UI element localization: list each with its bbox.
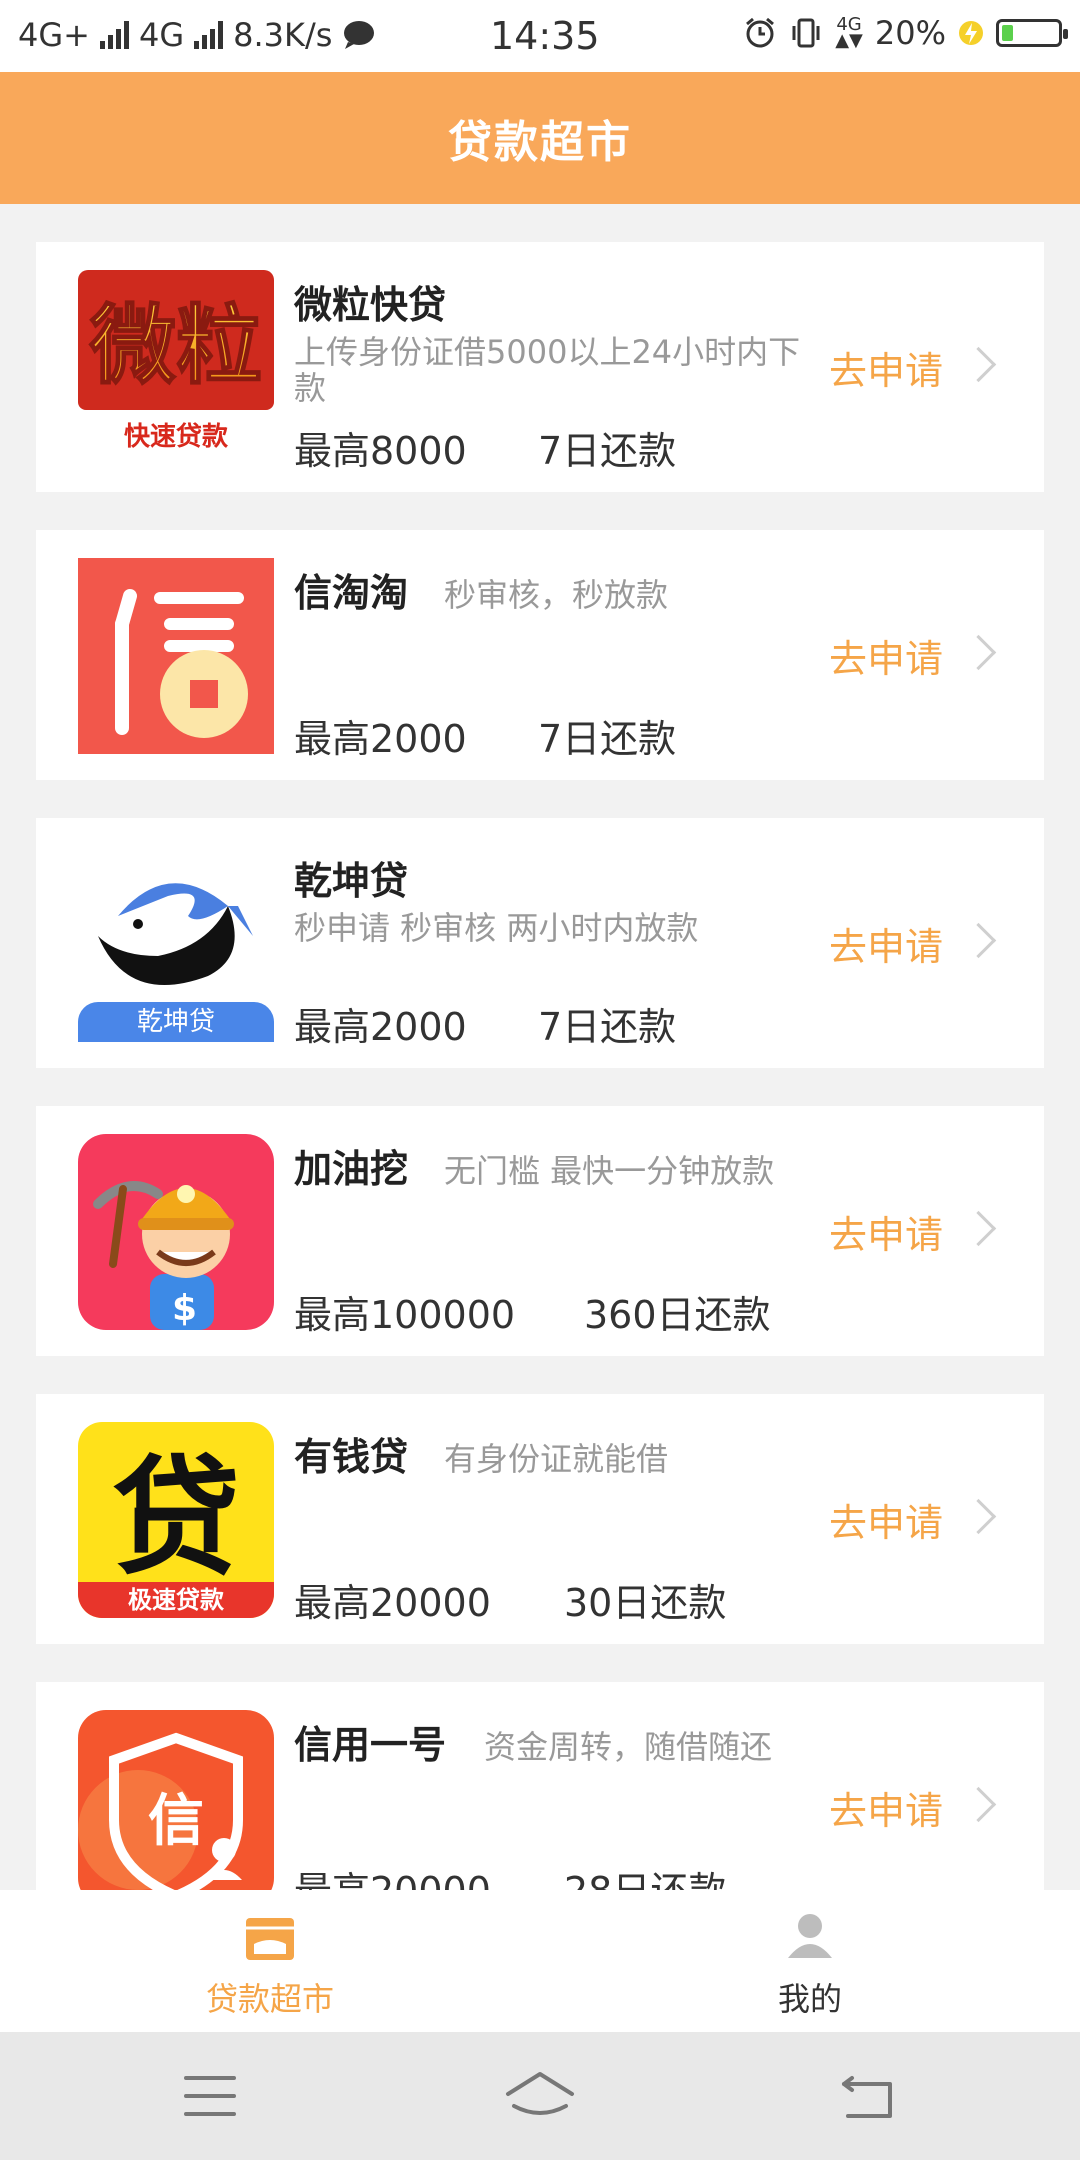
- signal-icon-2: [194, 21, 224, 49]
- product-desc: 无门槛 最快一分钟放款: [444, 1152, 775, 1190]
- shield-xin-art: 信: [78, 1732, 243, 1890]
- product-card[interactable]: 信 信用一号 资金周转，随借随还 最高20000 28日还款 去申请: [36, 1682, 1044, 1890]
- apply-button[interactable]: 去申请: [829, 1780, 943, 1835]
- alarm-icon: [746, 17, 775, 48]
- battery-percent: 20%: [874, 14, 946, 52]
- xinyongyihao-logo: 信: [78, 1710, 274, 1890]
- apply-button[interactable]: 去申请: [829, 916, 943, 971]
- battery-icon: [996, 19, 1068, 47]
- product-name: 乾坤贷: [294, 859, 409, 903]
- product-max-amount: 最高100000: [294, 1293, 516, 1337]
- clock: 14:35: [490, 14, 600, 58]
- person-icon: [788, 1914, 832, 1958]
- system-nav-bar: [0, 2032, 1080, 2160]
- tab-mine[interactable]: 我的: [660, 1890, 960, 2032]
- chevron-right-icon[interactable]: [960, 1786, 997, 1823]
- product-max-amount: 最高20000: [294, 1581, 491, 1625]
- status-bar: 4G+ 4G 8.3K/s 14:35 4G ▲▼ 20%: [0, 0, 1080, 72]
- product-term: 7日还款: [538, 429, 677, 473]
- tab-label: 贷款超市: [205, 1980, 334, 2018]
- chevron-right-icon[interactable]: [960, 1210, 997, 1247]
- apply-button[interactable]: 去申请: [829, 1492, 943, 1547]
- menu-icon[interactable]: [184, 2074, 236, 2118]
- vibrate-icon: [792, 18, 820, 48]
- product-max-amount: 最高2000: [294, 717, 467, 761]
- chevron-right-icon[interactable]: [960, 346, 997, 383]
- product-max-amount: 最高8000: [294, 429, 467, 473]
- product-term: 30日还款: [564, 1581, 727, 1625]
- chevron-right-icon[interactable]: [960, 922, 997, 959]
- tab-loan-market[interactable]: 贷款超市: [120, 1890, 420, 2032]
- product-name: 加油挖: [294, 1147, 409, 1191]
- weili-logo: 微粒 快速贷款: [78, 270, 274, 466]
- app-header: 贷款超市: [0, 72, 1080, 204]
- apply-button[interactable]: 去申请: [829, 1204, 943, 1259]
- battery-level: [1002, 25, 1013, 41]
- data-network-indicator: 4G ▲▼: [835, 14, 863, 51]
- product-desc: 秒审核，秒放款: [444, 576, 669, 614]
- bottom-tab-bar: 贷款超市 我的: [0, 1890, 1080, 2032]
- svg-text:微粒: 微粒: [89, 296, 262, 396]
- product-card[interactable]: 微粒 快速贷款 微粒快贷 上传身份证借5000以上24小时内下款 最高8000 …: [36, 242, 1044, 492]
- qiankun-logo: 乾坤贷: [78, 846, 274, 1042]
- product-term: 28日还款: [564, 1860, 726, 1890]
- data-arrows-icon: ▲▼: [835, 30, 863, 51]
- network-speed: 8.3K/s: [233, 16, 333, 54]
- back-icon[interactable]: [840, 2074, 896, 2120]
- product-list[interactable]: 微粒 快速贷款 微粒快贷 上传身份证借5000以上24小时内下款 最高8000 …: [0, 204, 1080, 1890]
- qiankun-logo-label: 乾坤贷: [78, 1002, 274, 1042]
- network-type-2: 4G: [138, 16, 185, 54]
- svg-text:信: 信: [148, 1789, 204, 1854]
- network-type-1: 4G+: [18, 16, 90, 54]
- product-desc: 有身份证就能借: [444, 1440, 669, 1478]
- xin-glyph-art: [115, 589, 248, 738]
- tab-label: 我的: [777, 1980, 842, 2018]
- weili-logo-text: 快速贷款: [123, 422, 228, 452]
- svg-text:$: $: [172, 1288, 197, 1329]
- product-card[interactable]: 贷 极速贷款 有钱贷 有身份证就能借 最高20000 30日还款 去申请: [36, 1394, 1044, 1644]
- apply-button[interactable]: 去申请: [829, 340, 943, 395]
- jiayouwa-logo: $: [78, 1134, 274, 1330]
- product-name: 信用一号: [294, 1723, 447, 1767]
- product-term: 7日还款: [538, 1005, 677, 1049]
- youqiandai-logo: 贷 极速贷款: [78, 1422, 274, 1618]
- product-card[interactable]: 信淘淘 秒审核，秒放款 最高2000 7日还款 去申请: [36, 530, 1044, 780]
- product-card[interactable]: 乾坤贷 乾坤贷 秒申请 秒审核 两小时内放款 最高2000 7日还款 去申请: [36, 818, 1044, 1068]
- product-desc: 上传身份证借5000以上24小时内下款: [294, 333, 801, 407]
- charging-icon: [959, 21, 983, 45]
- chevron-right-icon[interactable]: [960, 1498, 997, 1535]
- apply-button[interactable]: 去申请: [829, 628, 943, 683]
- product-name: 信淘淘: [294, 571, 409, 615]
- signal-icon-1: [99, 21, 129, 49]
- product-max-amount: 最高20000: [294, 1860, 491, 1890]
- home-icon[interactable]: [504, 2070, 576, 2122]
- youqiandai-logo-label: 极速贷款: [128, 1586, 224, 1614]
- miner-mascot-art: $: [93, 1181, 234, 1330]
- chevron-right-icon[interactable]: [960, 634, 997, 671]
- message-icon: [344, 21, 375, 49]
- product-desc: 秒申请 秒审核 两小时内放款: [294, 909, 699, 947]
- product-desc: 资金周转，随借随还: [484, 1728, 773, 1766]
- product-name: 有钱贷: [294, 1435, 409, 1479]
- xintaotao-logo: [78, 558, 274, 754]
- product-max-amount: 最高2000: [294, 1005, 467, 1049]
- product-term: 360日还款: [584, 1293, 771, 1337]
- page-title: 贷款超市: [448, 117, 632, 168]
- product-card[interactable]: $ 加油挖 无门槛 最快一分钟放款 最高100000 360日还款 去申请: [36, 1106, 1044, 1356]
- product-name: 微粒快贷: [294, 283, 447, 327]
- store-icon: [246, 1918, 294, 1960]
- product-term: 7日还款: [538, 717, 677, 761]
- svg-text:贷: 贷: [112, 1444, 240, 1593]
